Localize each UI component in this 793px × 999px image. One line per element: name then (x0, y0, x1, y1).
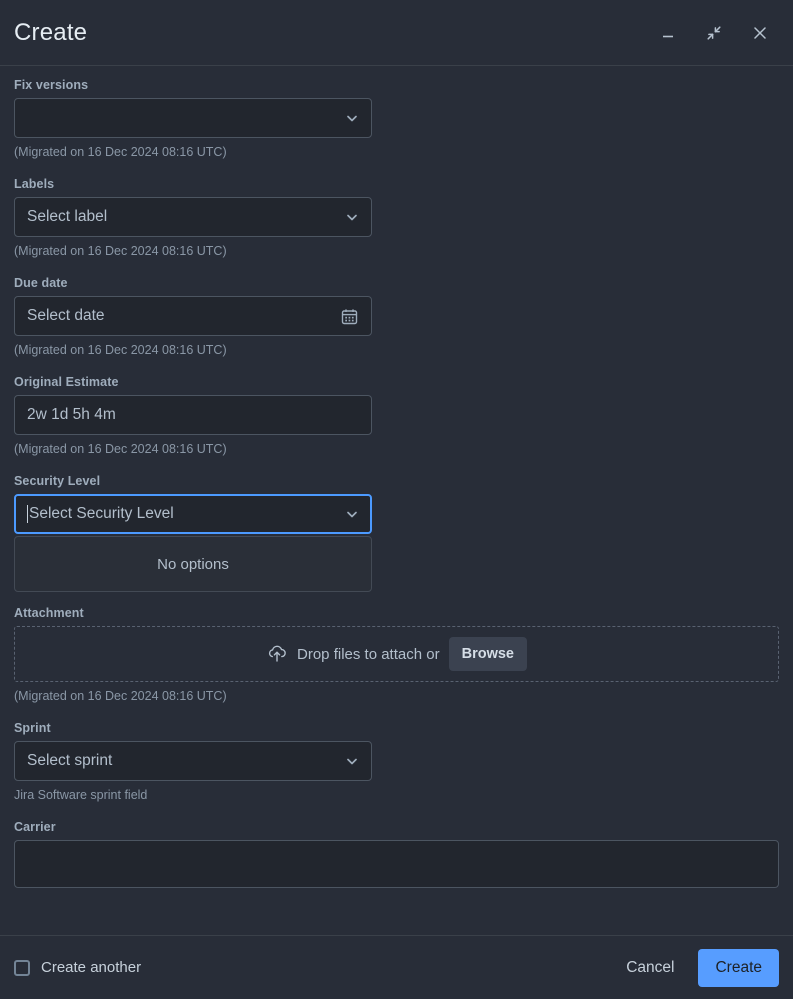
field-label-due-date: Due date (14, 276, 68, 290)
labels-value: Select label (27, 208, 108, 225)
field-help-labels: (Migrated on 16 Dec 2024 08:16 UTC) (14, 244, 227, 258)
field-label-carrier: Carrier (14, 820, 56, 834)
sprint-value: Select sprint (27, 752, 113, 769)
field-labels: Labels Select label (Migrated on 16 Dec … (14, 177, 779, 258)
attachment-dropzone[interactable]: Drop files to attach or Browse (14, 626, 779, 682)
chevron-down-icon (345, 754, 359, 768)
security-level-value: Select Security Level (29, 505, 174, 522)
chevron-down-icon (345, 507, 359, 521)
minimize-button[interactable] (655, 20, 681, 46)
due-date-value: Select date (27, 307, 105, 324)
field-attachment: Attachment Drop files to attach or Brows… (14, 606, 779, 703)
minimize-icon (659, 24, 677, 42)
security-level-dropdown-menu[interactable]: No options (14, 536, 372, 592)
collapse-button[interactable] (701, 20, 727, 46)
page-title: Create (14, 18, 88, 46)
field-help-original-estimate: (Migrated on 16 Dec 2024 08:16 UTC) (14, 442, 227, 456)
field-original-estimate: Original Estimate 2w 1d 5h 4m (Migrated … (14, 375, 779, 456)
original-estimate-input[interactable]: 2w 1d 5h 4m (14, 395, 372, 435)
security-level-select[interactable]: Select Security Level (14, 494, 372, 534)
cloud-upload-icon (266, 643, 288, 665)
field-sprint: Sprint Select sprint Jira Software sprin… (14, 721, 779, 802)
original-estimate-value: 2w 1d 5h 4m (27, 406, 116, 423)
field-fix-versions: Fix versions (Migrated on 16 Dec 2024 08… (14, 78, 779, 159)
create-button[interactable]: Create (698, 948, 779, 987)
chevron-down-icon (345, 111, 359, 125)
due-date-input[interactable]: Select date (14, 296, 372, 336)
create-another-label: Create another (41, 959, 142, 976)
chevron-down-icon (345, 210, 359, 224)
collapse-icon (705, 24, 723, 42)
field-label-fix-versions: Fix versions (14, 78, 89, 92)
window-controls (655, 20, 779, 46)
calendar-icon[interactable] (340, 307, 359, 326)
field-help-due-date: (Migrated on 16 Dec 2024 08:16 UTC) (14, 343, 227, 357)
sprint-select[interactable]: Select sprint (14, 741, 372, 781)
text-caret (27, 505, 28, 523)
field-help-attachment: (Migrated on 16 Dec 2024 08:16 UTC) (14, 689, 227, 703)
field-due-date: Due date Select date (Migrated on 16 Dec… (14, 276, 779, 357)
field-label-sprint: Sprint (14, 721, 51, 735)
close-icon (751, 24, 769, 42)
field-label-labels: Labels (14, 177, 55, 191)
field-label-attachment: Attachment (14, 606, 84, 620)
create-form-scroll-area[interactable]: Fix versions (Migrated on 16 Dec 2024 08… (0, 66, 793, 935)
dialog-titlebar: Create (0, 0, 793, 66)
labels-select[interactable]: Select label (14, 197, 372, 237)
cancel-button[interactable]: Cancel (616, 950, 684, 986)
create-another-toggle[interactable]: Create another (14, 959, 616, 976)
field-security-level: Security Level Select Security Level No … (14, 474, 779, 592)
field-carrier: Carrier (14, 820, 779, 888)
dropdown-empty-message: No options (157, 555, 229, 573)
attachment-drop-text: Drop files to attach or (297, 645, 440, 663)
create-another-checkbox[interactable] (14, 959, 30, 976)
footer-actions: Cancel Create (616, 948, 779, 987)
browse-button[interactable]: Browse (448, 637, 527, 671)
carrier-input[interactable] (14, 840, 779, 888)
fix-versions-select[interactable] (14, 98, 372, 138)
field-help-fix-versions: (Migrated on 16 Dec 2024 08:16 UTC) (14, 145, 227, 159)
field-label-security-level: Security Level (14, 474, 101, 488)
dialog-footer: Create another Cancel Create (0, 935, 793, 999)
field-help-sprint: Jira Software sprint field (14, 788, 148, 802)
field-label-original-estimate: Original Estimate (14, 375, 119, 389)
close-button[interactable] (747, 20, 773, 46)
